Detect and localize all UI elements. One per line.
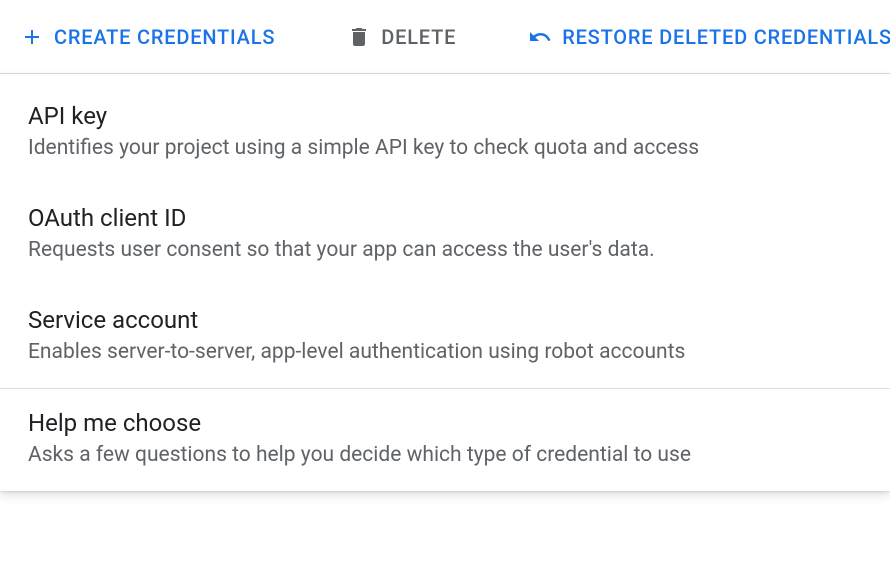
- trash-icon: [347, 25, 371, 49]
- delete-button[interactable]: DELETE: [335, 17, 468, 57]
- menu-item-api-key[interactable]: API key Identifies your project using a …: [0, 74, 890, 184]
- menu-item-description: Identifies your project using a simple A…: [28, 136, 862, 160]
- menu-item-service-account[interactable]: Service account Enables server-to-server…: [0, 286, 890, 388]
- undo-icon: [528, 25, 552, 49]
- menu-item-help-me-choose[interactable]: Help me choose Asks a few questions to h…: [0, 389, 890, 491]
- menu-item-description: Requests user consent so that your app c…: [28, 238, 862, 262]
- restore-deleted-button[interactable]: RESTORE DELETED CREDENTIALS: [516, 17, 890, 57]
- create-credentials-menu: API key Identifies your project using a …: [0, 74, 890, 491]
- toolbar: CREATE CREDENTIALS DELETE RESTORE DELETE…: [0, 0, 890, 74]
- delete-label: DELETE: [381, 25, 456, 49]
- create-credentials-label: CREATE CREDENTIALS: [54, 25, 275, 49]
- menu-item-title: API key: [28, 102, 862, 130]
- create-credentials-button[interactable]: CREATE CREDENTIALS: [8, 17, 287, 57]
- menu-item-title: OAuth client ID: [28, 204, 862, 232]
- menu-item-title: Help me choose: [28, 409, 862, 437]
- restore-deleted-label: RESTORE DELETED CREDENTIALS: [562, 25, 890, 49]
- plus-icon: [20, 25, 44, 49]
- menu-item-description: Asks a few questions to help you decide …: [28, 443, 862, 467]
- menu-item-description: Enables server-to-server, app-level auth…: [28, 340, 862, 364]
- menu-item-oauth-client-id[interactable]: OAuth client ID Requests user consent so…: [0, 184, 890, 286]
- menu-item-title: Service account: [28, 306, 862, 334]
